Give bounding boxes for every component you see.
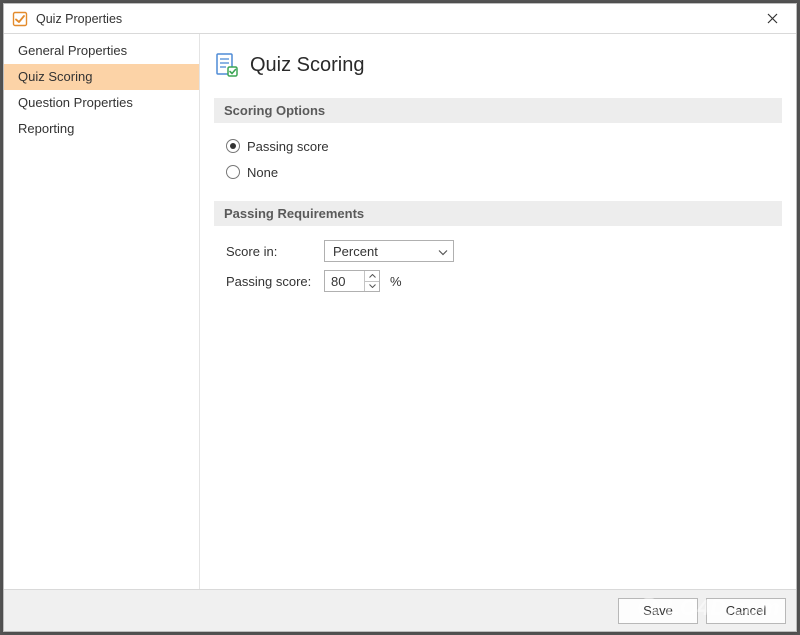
section-header-scoring-options: Scoring Options: [214, 98, 782, 123]
section-passing-requirements: Score in: Percent Passing score: 80: [214, 236, 782, 312]
passing-score-label: Passing score:: [226, 274, 324, 289]
save-button[interactable]: Save: [618, 598, 698, 624]
radio-icon: [226, 165, 240, 179]
sidebar-item-quiz-scoring[interactable]: Quiz Scoring: [4, 64, 199, 90]
row-score-in: Score in: Percent: [226, 236, 778, 266]
radio-icon: [226, 139, 240, 153]
score-in-value: Percent: [333, 244, 378, 259]
sidebar-item-question-properties[interactable]: Question Properties: [4, 90, 199, 116]
score-in-select[interactable]: Percent: [324, 240, 454, 262]
sidebar-item-general-properties[interactable]: General Properties: [4, 38, 199, 64]
button-bar: Save Cancel: [4, 589, 796, 631]
window-title: Quiz Properties: [36, 12, 754, 26]
page-title: Quiz Scoring: [250, 54, 365, 77]
close-icon: [767, 13, 778, 24]
score-in-label: Score in:: [226, 244, 324, 259]
cancel-button[interactable]: Cancel: [706, 598, 786, 624]
sidebar-item-reporting[interactable]: Reporting: [4, 116, 199, 142]
sidebar: General Properties Quiz Scoring Question…: [4, 34, 200, 589]
radio-label: Passing score: [247, 139, 329, 154]
close-button[interactable]: [754, 6, 790, 32]
app-icon: [12, 11, 28, 27]
chevron-down-icon: [438, 244, 448, 259]
section-header-passing-requirements: Passing Requirements: [214, 201, 782, 226]
chevron-up-icon: [369, 274, 376, 278]
chevron-down-icon: [369, 284, 376, 288]
content-panel: Quiz Scoring Scoring Options Passing sco…: [200, 34, 796, 589]
section-scoring-options: Passing score None: [214, 133, 782, 201]
radio-none[interactable]: None: [226, 159, 778, 185]
dialog-body: General Properties Quiz Scoring Question…: [4, 34, 796, 589]
passing-score-value: 80: [331, 274, 345, 289]
passing-score-unit: %: [390, 274, 402, 289]
spinner-down-button[interactable]: [365, 282, 379, 292]
row-passing-score: Passing score: 80: [226, 266, 778, 296]
titlebar: Quiz Properties: [4, 4, 796, 34]
quiz-scoring-icon: [214, 52, 240, 78]
dialog-window: Quiz Properties General Properties Quiz …: [3, 3, 797, 632]
radio-passing-score[interactable]: Passing score: [226, 133, 778, 159]
radio-label: None: [247, 165, 278, 180]
spinner-up-button[interactable]: [365, 271, 379, 282]
passing-score-input[interactable]: 80: [324, 270, 380, 292]
page-header: Quiz Scoring: [214, 52, 782, 78]
